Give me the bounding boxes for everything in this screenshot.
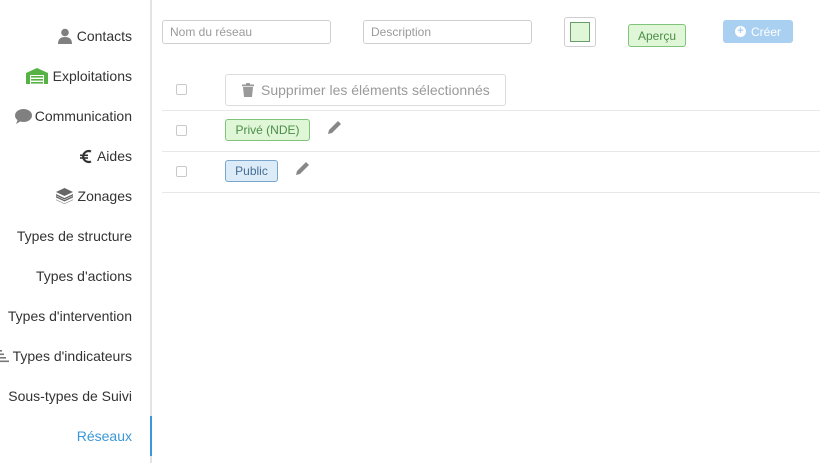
- create-button[interactable]: + Créer: [723, 20, 793, 43]
- color-picker[interactable]: [564, 17, 596, 47]
- preview-tag: Aperçu: [628, 24, 686, 47]
- sidebar-item-label: Types d'indicateurs: [12, 348, 132, 364]
- network-tag-prive: Privé (NDE): [225, 119, 310, 141]
- sidebar-item-label: Types d'actions: [35, 268, 132, 284]
- network-tag-public: Public: [225, 160, 278, 182]
- row-divider: [162, 151, 820, 152]
- sidebar-item-aides[interactable]: Aides: [79, 144, 132, 168]
- create-button-label: Créer: [750, 24, 781, 39]
- trash-icon: [242, 83, 254, 97]
- sidebar-item-label: Types d'intervention: [7, 308, 132, 324]
- sidebar-item-types-d-indicateurs[interactable]: Types d'indicateurs: [0, 344, 132, 368]
- sidebar-item-label: Réseaux: [76, 428, 132, 444]
- sidebar-item-sous-types-de-suivi[interactable]: Sous-types de Suivi: [8, 384, 132, 408]
- layers-icon: [55, 188, 73, 204]
- sidebar-item-label: Types de structure: [16, 228, 132, 244]
- row-checkbox[interactable]: [176, 166, 187, 177]
- sidebar-item-label: Contacts: [76, 28, 132, 44]
- select-all-checkbox[interactable]: [176, 84, 187, 95]
- sidebar: Contacts Exploitations Communication Aid…: [0, 0, 152, 463]
- warehouse-icon: [25, 68, 48, 84]
- sidebar-item-label: Communication: [34, 108, 132, 124]
- sidebar-item-exploitations[interactable]: Exploitations: [25, 64, 132, 88]
- sidebar-item-label: Exploitations: [52, 68, 132, 84]
- sidebar-item-types-de-structure[interactable]: Types de structure: [17, 224, 132, 248]
- description-input[interactable]: [363, 20, 532, 44]
- speech-bubble-icon: [14, 108, 32, 124]
- edit-pencil-icon[interactable]: [296, 161, 310, 175]
- sidebar-item-communication[interactable]: Communication: [14, 104, 132, 128]
- edit-pencil-icon[interactable]: [328, 120, 342, 134]
- sidebar-item-label: Zonages: [77, 188, 132, 204]
- sidebar-item-zonages[interactable]: Zonages: [55, 184, 132, 208]
- sidebar-item-types-d-actions[interactable]: Types d'actions: [36, 264, 132, 288]
- sidebar-item-contacts[interactable]: Contacts: [57, 24, 132, 48]
- sidebar-item-label: Sous-types de Suivi: [8, 388, 132, 404]
- delete-selected-label: Supprimer les éléments sélectionnés: [261, 82, 490, 98]
- person-icon: [57, 28, 72, 44]
- row-checkbox[interactable]: [176, 125, 187, 136]
- network-name-input[interactable]: [162, 20, 331, 44]
- row-divider: [162, 110, 820, 111]
- sidebar-item-types-d-intervention[interactable]: Types d'intervention: [8, 304, 132, 328]
- sidebar-item-reseaux[interactable]: Réseaux: [77, 424, 132, 448]
- delete-selected-button[interactable]: Supprimer les éléments sélectionnés: [225, 74, 506, 106]
- sidebar-item-label: Aides: [96, 148, 132, 164]
- euro-icon: [79, 149, 92, 164]
- plus-circle-icon: +: [734, 26, 746, 37]
- color-swatch: [570, 22, 590, 42]
- row-divider: [162, 192, 820, 193]
- sort-icon: [0, 349, 9, 363]
- active-indicator: [150, 416, 152, 456]
